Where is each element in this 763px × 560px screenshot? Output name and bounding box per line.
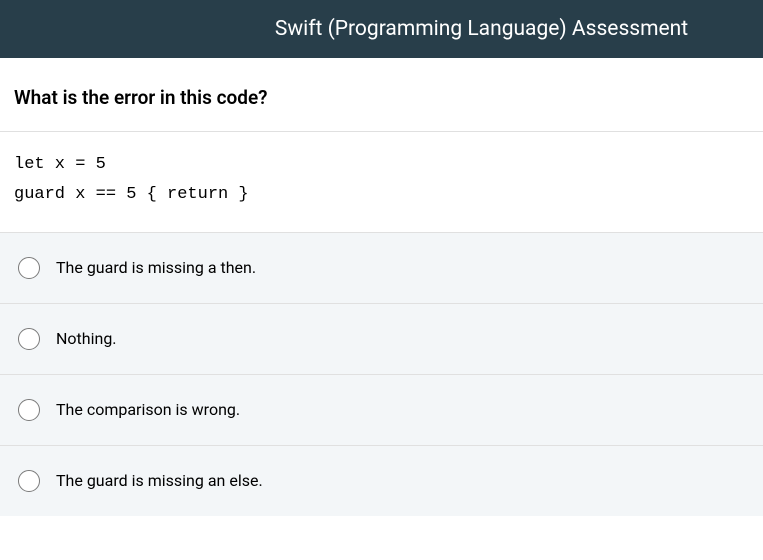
- assessment-header: Swift (Programming Language) Assessment: [0, 0, 763, 58]
- answer-option-2[interactable]: The comparison is wrong.: [0, 375, 763, 446]
- answer-label: Nothing.: [56, 329, 117, 348]
- answer-label: The comparison is wrong.: [56, 400, 240, 419]
- question-section: What is the error in this code?: [0, 58, 763, 131]
- radio-icon: [18, 470, 40, 492]
- answer-option-3[interactable]: The guard is missing an else.: [0, 446, 763, 516]
- code-line-2: guard x == 5 { return }: [14, 180, 749, 210]
- radio-icon: [18, 399, 40, 421]
- code-line-1: let x = 5: [14, 150, 749, 180]
- question-text: What is the error in this code?: [14, 86, 749, 109]
- answer-label: The guard is missing an else.: [56, 471, 263, 490]
- radio-icon: [18, 328, 40, 350]
- assessment-title: Swift (Programming Language) Assessment: [275, 17, 688, 41]
- answer-label: The guard is missing a then.: [56, 258, 256, 277]
- radio-icon: [18, 257, 40, 279]
- code-block: let x = 5 guard x == 5 { return }: [0, 132, 763, 232]
- answer-option-0[interactable]: The guard is missing a then.: [0, 233, 763, 304]
- answer-option-1[interactable]: Nothing.: [0, 304, 763, 375]
- answers-section: The guard is missing a then. Nothing. Th…: [0, 232, 763, 516]
